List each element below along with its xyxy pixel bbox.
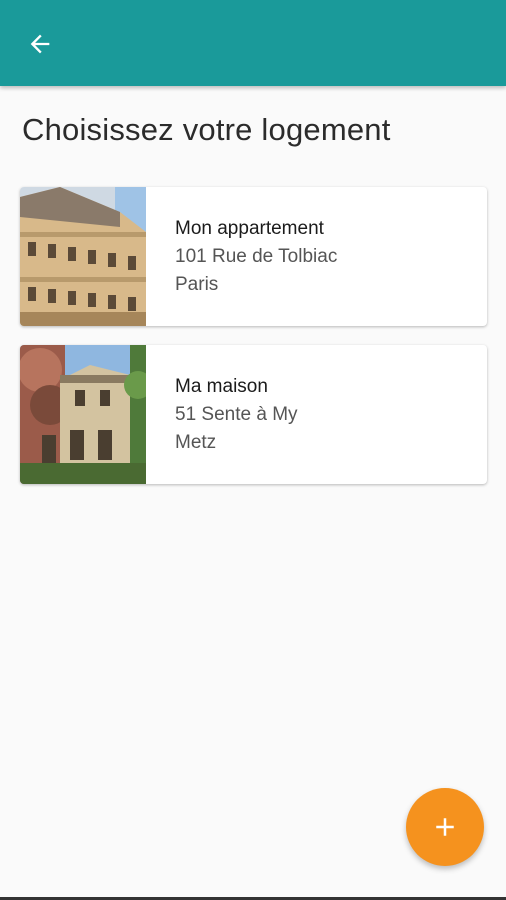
back-button[interactable] <box>20 24 60 64</box>
home-street: 51 Sente à My <box>175 404 298 425</box>
home-city: Metz <box>175 432 217 453</box>
app-bar <box>0 0 506 86</box>
home-city: Paris <box>175 274 219 295</box>
home-card-house[interactable]: Ma maison 51 Sente à My Metz <box>20 345 487 484</box>
home-info: Mon appartement 101 Rue de Tolbiac Paris <box>175 215 337 299</box>
home-info: Ma maison 51 Sente à My Metz <box>175 373 298 457</box>
page-title: Choisissez votre logement <box>22 112 391 147</box>
apartment-building-photo <box>20 187 146 326</box>
home-street: 101 Rue de Tolbiac <box>175 246 338 267</box>
arrow-back-icon <box>30 34 50 54</box>
home-name: Ma maison <box>175 376 268 397</box>
home-card-apartment[interactable]: Mon appartement 101 Rue de Tolbiac Paris <box>20 187 487 326</box>
home-name: Mon appartement <box>175 218 324 239</box>
plus-icon <box>436 818 454 836</box>
add-home-button[interactable] <box>406 788 484 866</box>
house-photo <box>20 345 146 484</box>
